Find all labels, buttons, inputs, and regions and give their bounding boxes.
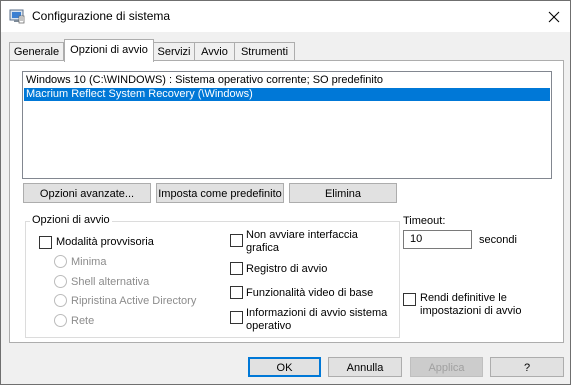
tab-general[interactable]: Generale bbox=[9, 42, 64, 61]
network-label: Rete bbox=[71, 315, 95, 327]
close-button[interactable] bbox=[539, 2, 569, 31]
apply-button[interactable]: Applica bbox=[410, 357, 483, 377]
delete-button[interactable]: Elimina bbox=[289, 183, 397, 203]
base-video-label: Funzionalità video di base bbox=[246, 287, 374, 299]
advanced-options-button[interactable]: Opzioni avanzate... bbox=[23, 183, 151, 203]
timeout-input[interactable]: 10 bbox=[403, 230, 472, 249]
system-configuration-window: Configurazione di sistema Generale Opzio… bbox=[0, 0, 571, 385]
ok-button[interactable]: OK bbox=[248, 357, 321, 377]
set-as-default-button[interactable]: Imposta come predefinito bbox=[156, 183, 284, 203]
safe-boot-label: Modalità provvisoria bbox=[56, 236, 154, 248]
make-permanent-checkbox[interactable] bbox=[403, 293, 416, 306]
window-title: Configurazione di sistema bbox=[32, 9, 171, 23]
alternate-shell-radio[interactable] bbox=[54, 275, 67, 288]
ad-repair-label: Ripristina Active Directory bbox=[71, 295, 197, 307]
os-boot-info-label: Informazioni di avvio sistema operativo bbox=[246, 307, 388, 332]
timeout-unit-label: secondi bbox=[479, 234, 517, 246]
ad-repair-radio[interactable] bbox=[54, 294, 67, 307]
os-boot-info-checkbox[interactable] bbox=[230, 311, 243, 324]
base-video-checkbox[interactable] bbox=[230, 286, 243, 299]
tab-services[interactable]: Servizi bbox=[153, 42, 195, 61]
safe-boot-checkbox[interactable] bbox=[39, 236, 52, 249]
title-bar[interactable]: Configurazione di sistema bbox=[1, 1, 570, 32]
boot-options-group-label: Opzioni di avvio bbox=[30, 214, 112, 226]
no-gui-boot-label: Non avviare interfaccia grafica bbox=[246, 229, 358, 254]
cancel-button[interactable]: Annulla bbox=[328, 357, 402, 377]
help-button[interactable]: ? bbox=[490, 357, 564, 377]
no-gui-boot-checkbox[interactable] bbox=[230, 234, 243, 247]
make-permanent-label: Rendi definitive le impostazioni di avvi… bbox=[420, 292, 522, 317]
boot-log-checkbox[interactable] bbox=[230, 262, 243, 275]
boot-log-label: Registro di avvio bbox=[246, 263, 328, 275]
alternate-shell-label: Shell alternativa bbox=[71, 276, 150, 288]
timeout-label: Timeout: bbox=[403, 215, 446, 227]
network-radio[interactable] bbox=[54, 314, 67, 327]
minimal-radio[interactable] bbox=[54, 255, 67, 268]
list-item[interactable]: Windows 10 (C:\WINDOWS) : Sistema operat… bbox=[24, 74, 550, 87]
list-item-selected[interactable]: Macrium Reflect System Recovery (\Window… bbox=[24, 88, 550, 101]
tab-tools[interactable]: Strumenti bbox=[234, 42, 295, 61]
boot-entries-list[interactable]: Windows 10 (C:\WINDOWS) : Sistema operat… bbox=[22, 71, 552, 179]
msconfig-app-icon bbox=[9, 9, 25, 24]
tab-startup[interactable]: Avvio bbox=[194, 42, 235, 61]
minimal-label: Minima bbox=[71, 256, 107, 268]
tab-boot-options[interactable]: Opzioni di avvio bbox=[64, 39, 154, 62]
close-icon bbox=[548, 11, 560, 23]
